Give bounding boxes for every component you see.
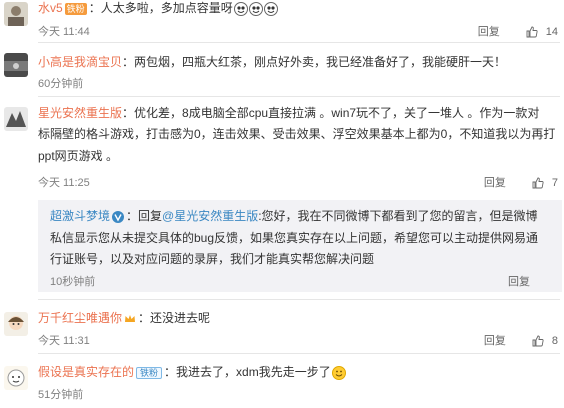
- reply-text-line: 行证账号，以及对应问题的录屏，我们才能真实帮您解决问题: [50, 252, 375, 266]
- thumbs-up-icon: [532, 177, 544, 189]
- comment-time: 51分钟前: [38, 389, 84, 401]
- like-button[interactable]: 14: [526, 25, 558, 39]
- thumbs-up-icon: [532, 335, 544, 347]
- like-count: 14: [545, 26, 558, 38]
- comment-item: 水v5 铁粉 ：人太多啦，多加点容量呀 今天 11:44 回复 14: [0, 0, 564, 42]
- reply-username[interactable]: 超激斗梦境: [50, 209, 110, 223]
- avatar[interactable]: [4, 312, 28, 336]
- like-count: 7: [551, 177, 558, 189]
- username[interactable]: 万千红尘唯遇你: [38, 311, 122, 325]
- like-count: 8: [551, 335, 558, 347]
- comment-time: 今天 11:31: [38, 335, 90, 347]
- laughing-emoji-icon: [248, 1, 263, 16]
- username[interactable]: 小高是我滴宝贝: [38, 55, 122, 69]
- fan-badge[interactable]: 铁粉: [136, 366, 163, 379]
- comment-text: ：两包烟，四瓶大红茶，刚点好外卖，我已经准备好了，我能硬肝一天！: [122, 55, 507, 69]
- comment-text: ：人太多啦，多加点容量呀: [88, 1, 233, 15]
- comment-item: 假设是真实存在的 铁粉 ：我进去了，xdm我先走一步了 51分钟前: [0, 354, 564, 408]
- laughing-emoji-icon: [263, 1, 278, 16]
- avatar[interactable]: [4, 107, 28, 131]
- smile-emoji-icon: [331, 365, 346, 380]
- comment-item: 小高是我滴宝贝：两包烟，四瓶大红茶，刚点好外卖，我已经准备好了，我能硬肝一天！ …: [0, 43, 564, 95]
- comment-text-line: 标隔壁的格斗游戏，打击感为0，连击效果、受击效果、浮空效果基本上都为0，不知道我…: [38, 127, 556, 141]
- vip-badge[interactable]: 铁粉: [64, 2, 87, 15]
- reply-word: ：回复: [126, 209, 163, 223]
- laughing-emoji-icon: [233, 1, 248, 16]
- avatar[interactable]: [4, 53, 28, 77]
- comment-item: 万千红尘唯遇你 ：还没进去呢 今天 11:31 回复 8: [0, 300, 564, 352]
- comment-time: 今天 11:25: [38, 177, 90, 189]
- official-reply: 超激斗梦境 ：回复@星光安然重生版:您好，我在不同微博下都看到了您的留言，但是微博…: [38, 200, 562, 292]
- comment-time: 今天 11:44: [38, 26, 90, 38]
- reply-button[interactable]: 回复: [508, 275, 530, 289]
- comment-text: ：优化差，8成电脑全部cpu直接拉满 。win7玩不了，关了一堆人 。作为一款对: [122, 106, 540, 120]
- mention-link[interactable]: @星光安然重生版: [162, 209, 258, 223]
- comment-time: 60分钟前: [38, 78, 84, 90]
- username[interactable]: 星光安然重生版: [38, 106, 122, 120]
- comment-text: ：我进去了，xdm我先走一步了: [164, 365, 331, 379]
- comment-text-line: ppt网页游戏 。: [38, 149, 119, 163]
- comment-text: ：还没进去呢: [138, 311, 211, 325]
- avatar[interactable]: [4, 366, 28, 390]
- crown-badge-icon: [125, 314, 136, 322]
- reply-text-line: 私信显示您从未提交具体的bug反馈，如果您真实存在以上问题，希望您可以主动提供网…: [50, 231, 539, 245]
- like-button[interactable]: 7: [532, 176, 558, 190]
- thumbs-up-icon: [526, 26, 538, 38]
- verified-v-icon: [112, 210, 125, 223]
- reply-button[interactable]: 回复: [478, 25, 500, 39]
- username[interactable]: 假设是真实存在的: [38, 365, 134, 379]
- reply-button[interactable]: 回复: [484, 176, 506, 190]
- reply-text: :您好，我在不同微博下都看到了您的留言，但是微博: [258, 209, 538, 223]
- like-button[interactable]: 8: [532, 334, 558, 348]
- avatar[interactable]: [4, 2, 28, 26]
- username[interactable]: 水v5: [38, 1, 63, 15]
- reply-button[interactable]: 回复: [484, 334, 506, 348]
- reply-time: 10秒钟前: [50, 276, 96, 288]
